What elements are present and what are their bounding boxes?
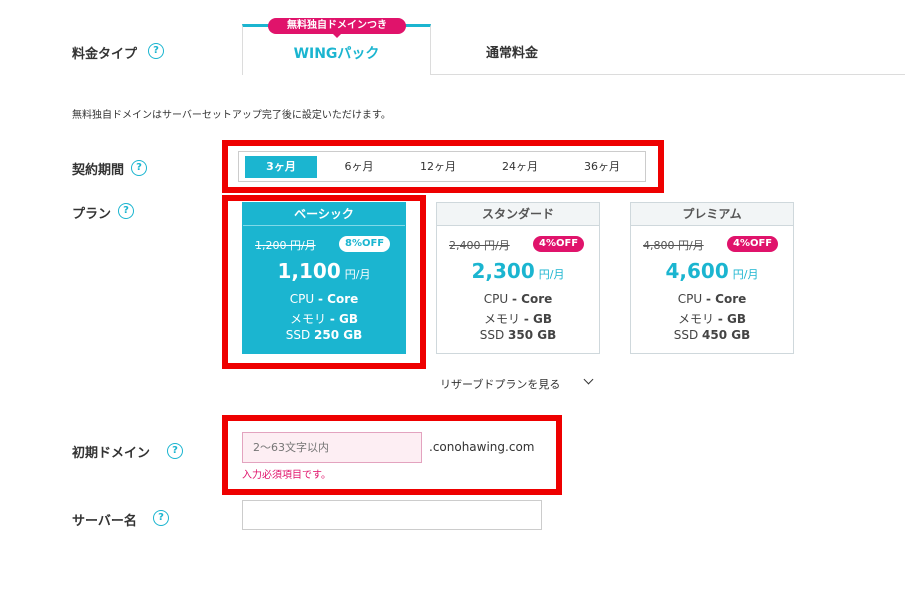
help-icon[interactable]: ? [148,43,164,59]
spec-cpu: CPU - Core [243,292,405,306]
tab-wing-pack-label: WINGパック [293,46,380,62]
spec-ssd-label: SSD [285,328,311,342]
spec-memory: メモリ - GB [243,310,405,327]
plan-name: スタンダード [437,203,599,226]
free-domain-badge: 無料独自ドメインつき [268,18,406,34]
plan-label: プラン [72,207,112,222]
price-value: 1,100 [277,259,341,283]
spec-ssd-label: SSD [479,328,505,342]
period-selector: 3ヶ月 6ヶ月 12ヶ月 24ヶ月 36ヶ月 [238,151,646,182]
plan-price: 2,300 円/月 [437,259,599,283]
badge-pointer-icon [332,33,342,38]
discount-badge: 4%OFF [727,236,779,252]
help-icon[interactable]: ? [167,443,183,459]
server-name-input[interactable] [242,500,542,530]
discount-badge: 4%OFF [533,236,585,252]
spec-ssd-value: 350 GB [508,328,557,342]
spec-cpu-label: CPU [483,292,509,306]
spec-memory-value: - GB [329,312,358,326]
plan-card-standard[interactable]: スタンダード 2,400 円/月 4%OFF 2,300 円/月 CPU - Co… [436,202,600,354]
spec-cpu: CPU - Core [437,292,599,306]
spec-cpu-label: CPU [289,292,315,306]
price-value: 2,300 [471,259,535,283]
period-option-3m[interactable]: 3ヶ月 [245,156,317,178]
spec-ssd-label: SSD [673,328,699,342]
discount-badge: 8%OFF [339,236,391,252]
spec-ssd: SSD 250 GB [243,328,405,342]
plan-name: プレミアム [631,203,793,226]
free-domain-notice: 無料独自ドメインはサーバーセットアップ完了後に設定いただけます。 [72,110,391,121]
period-option-24m[interactable]: 24ヶ月 [484,156,556,178]
domain-input[interactable] [242,432,422,463]
reserved-plan-link[interactable]: リザーブドプランを見る [440,376,560,392]
spec-ssd-value: 450 GB [702,328,751,342]
price-value: 4,600 [665,259,729,283]
spec-cpu-value: - Core [705,292,747,306]
spec-memory-label: メモリ [678,312,715,326]
spec-memory-label: メモリ [484,312,521,326]
period-option-12m[interactable]: 12ヶ月 [402,156,474,178]
spec-memory: メモリ - GB [437,310,599,327]
plan-card-basic[interactable]: ベーシック 1,200 円/月 8%OFF 1,100 円/月 CPU - Cor… [242,202,406,354]
price-unit: 円/月 [538,268,565,281]
server-name-label: サーバー名 [72,514,137,529]
spec-cpu-value: - Core [317,292,359,306]
spec-memory-label: メモリ [290,312,327,326]
spec-cpu-label: CPU [677,292,703,306]
help-icon[interactable]: ? [131,160,147,176]
domain-label: 初期ドメイン [72,446,151,461]
tab-normal-price[interactable]: 通常料金 [432,42,592,61]
price-unit: 円/月 [732,268,759,281]
help-icon[interactable]: ? [153,510,169,526]
spec-memory-value: - GB [717,312,746,326]
plan-name: ベーシック [243,203,405,226]
help-icon[interactable]: ? [118,203,134,219]
price-unit: 円/月 [344,268,371,281]
domain-error-message: 入力必須項目です。 [242,470,331,481]
plan-price: 1,100 円/月 [243,259,405,283]
spec-memory-value: - GB [523,312,552,326]
spec-ssd-value: 250 GB [314,328,363,342]
plan-card-premium[interactable]: プレミアム 4,800 円/月 4%OFF 4,600 円/月 CPU - Cor… [630,202,794,354]
period-option-36m[interactable]: 36ヶ月 [566,156,638,178]
spec-ssd: SSD 450 GB [631,328,793,342]
original-price: 2,400 円/月 [449,239,510,252]
original-price: 4,800 円/月 [643,239,704,252]
period-option-6m[interactable]: 6ヶ月 [323,156,395,178]
domain-suffix: .conohawing.com [429,440,535,454]
spec-memory: メモリ - GB [631,310,793,327]
spec-ssd: SSD 350 GB [437,328,599,342]
spec-cpu: CPU - Core [631,292,793,306]
original-price: 1,200 円/月 [255,239,316,252]
price-type-label: 料金タイプ [72,47,138,62]
period-label: 契約期間 [72,163,125,178]
chevron-down-icon[interactable] [583,374,594,385]
plan-price: 4,600 円/月 [631,259,793,283]
spec-cpu-value: - Core [511,292,553,306]
